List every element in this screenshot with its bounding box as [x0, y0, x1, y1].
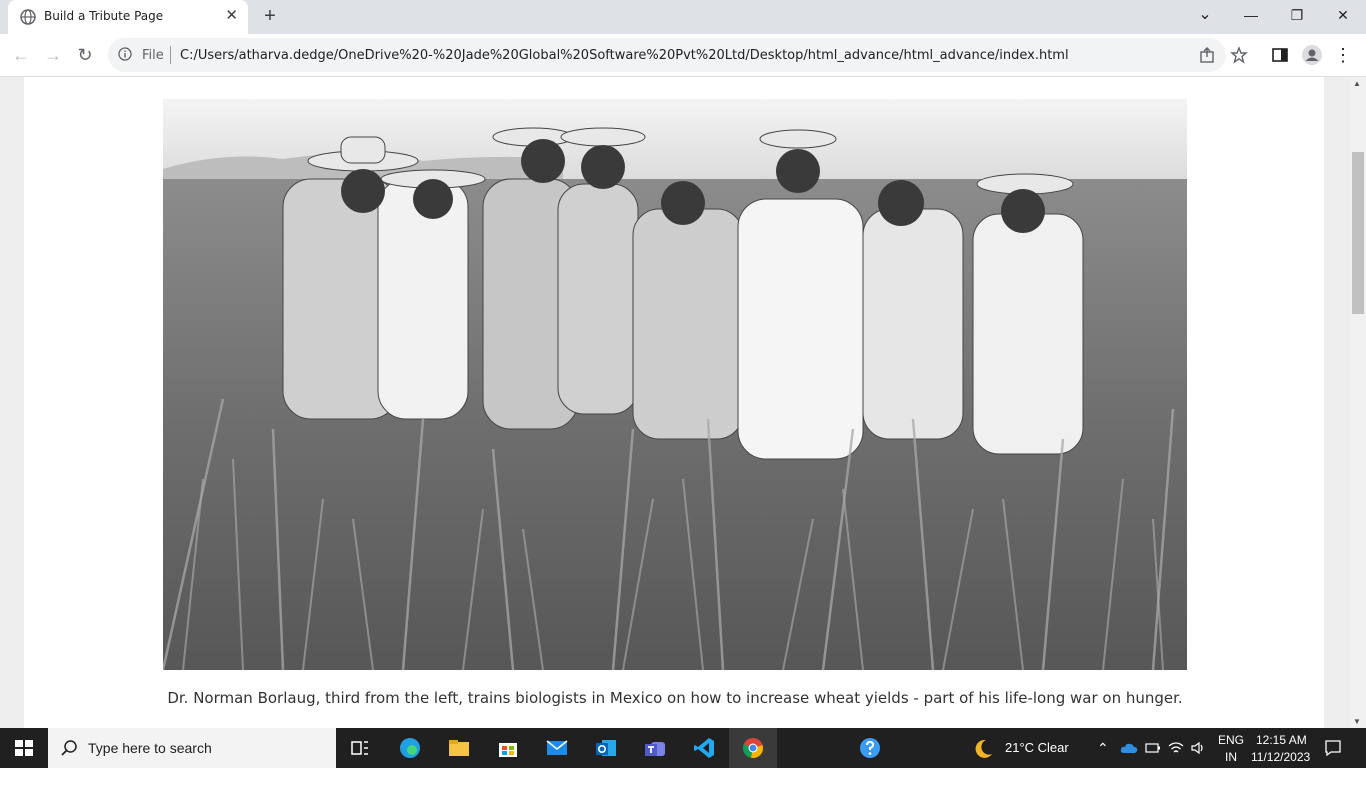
taskview-button[interactable] [336, 728, 384, 768]
chevron-up-icon[interactable]: ⌃ [1097, 728, 1109, 768]
file-label: File [142, 48, 164, 63]
sidepanel-icon[interactable] [1270, 45, 1290, 65]
image-caption: Dr. Norman Borlaug, third from the left,… [167, 689, 1183, 707]
forward-icon[interactable]: → [40, 42, 66, 68]
mail-app[interactable] [533, 728, 581, 768]
windows-taskbar: Type here to search 21°C Clear ⌃ ENG IN … [0, 728, 1366, 768]
url-text[interactable]: C:/Users/atharva.dedge/OneDrive%20-%20Ja… [180, 48, 1069, 63]
explorer-app[interactable] [435, 728, 483, 768]
teams-icon [645, 742, 665, 756]
window-close-button[interactable]: ✕ [1320, 0, 1366, 32]
battery-icon[interactable] [1145, 741, 1161, 755]
reload-icon[interactable]: ↻ [72, 42, 98, 68]
teams-app[interactable] [631, 728, 679, 768]
plus-icon[interactable]: + [258, 4, 282, 28]
tab-search-button[interactable]: ⌄ [1182, 0, 1228, 32]
tab-strip: Build a Tribute Page ✕ + ⌄ — ❐ ✕ [0, 0, 1366, 34]
chrome-icon [742, 738, 764, 759]
moon-icon [975, 739, 992, 758]
menu-icon[interactable]: ⋮ [1330, 42, 1356, 68]
store-icon [499, 743, 517, 757]
chrome-app[interactable] [729, 728, 777, 768]
back-icon[interactable]: ← [8, 42, 34, 68]
page-viewport: Dr. Norman Borlaug, third from the left,… [0, 77, 1350, 728]
restore-button[interactable]: ❐ [1274, 0, 1320, 32]
scrollbar-thumb[interactable] [1352, 152, 1364, 314]
search-placeholder: Type here to search [88, 740, 212, 756]
help-icon [860, 738, 880, 758]
edge-app[interactable] [386, 728, 434, 768]
outlook-icon [596, 740, 616, 756]
windows-icon[interactable] [0, 728, 48, 768]
clock-date[interactable]: 11/12/2023 [1251, 749, 1310, 789]
language-bottom[interactable]: IN [1225, 749, 1237, 789]
tab-title: Build a Tribute Page [44, 9, 164, 23]
explorer-icon [449, 740, 469, 756]
help-app[interactable] [846, 728, 894, 768]
onedrive-icon[interactable] [1120, 741, 1138, 755]
tribute-image [163, 99, 1187, 670]
outlook-app[interactable] [582, 728, 630, 768]
globe-icon [20, 9, 36, 25]
address-bar[interactable]: File C:/Users/atharva.dedge/OneDrive%20-… [108, 38, 1248, 72]
taskbar-search-box[interactable]: Type here to search [48, 728, 336, 768]
vscode-app[interactable] [680, 728, 728, 768]
mail-icon [546, 740, 568, 755]
scroll-up-arrow[interactable]: ▲ [1353, 79, 1361, 88]
tab-tribute-page[interactable]: Build a Tribute Page ✕ [8, 0, 248, 34]
taskview-icon [351, 741, 368, 755]
close-icon[interactable]: ✕ [225, 8, 238, 24]
share-icon[interactable] [1198, 46, 1216, 64]
info-icon[interactable] [118, 47, 132, 61]
minimize-button[interactable]: — [1228, 0, 1274, 32]
star-icon[interactable] [1230, 46, 1248, 64]
search-icon [61, 740, 77, 756]
omnibox-divider [170, 46, 171, 64]
notification-icon[interactable] [1324, 739, 1342, 757]
vscode-icon [694, 738, 714, 758]
browser-toolbar: ← → ↻ File C:/Users/atharva.dedge/OneDri… [0, 34, 1366, 77]
volume-icon[interactable] [1190, 740, 1206, 756]
wifi-icon[interactable] [1168, 740, 1184, 756]
profile-icon[interactable] [1302, 45, 1322, 65]
weather-text[interactable]: 21°C Clear [1005, 728, 1069, 768]
store-app[interactable] [484, 728, 532, 768]
page-scrollbar[interactable]: ▲ ▼ [1350, 77, 1366, 728]
edge-icon [400, 738, 420, 758]
scroll-down-arrow[interactable]: ▼ [1353, 717, 1361, 726]
